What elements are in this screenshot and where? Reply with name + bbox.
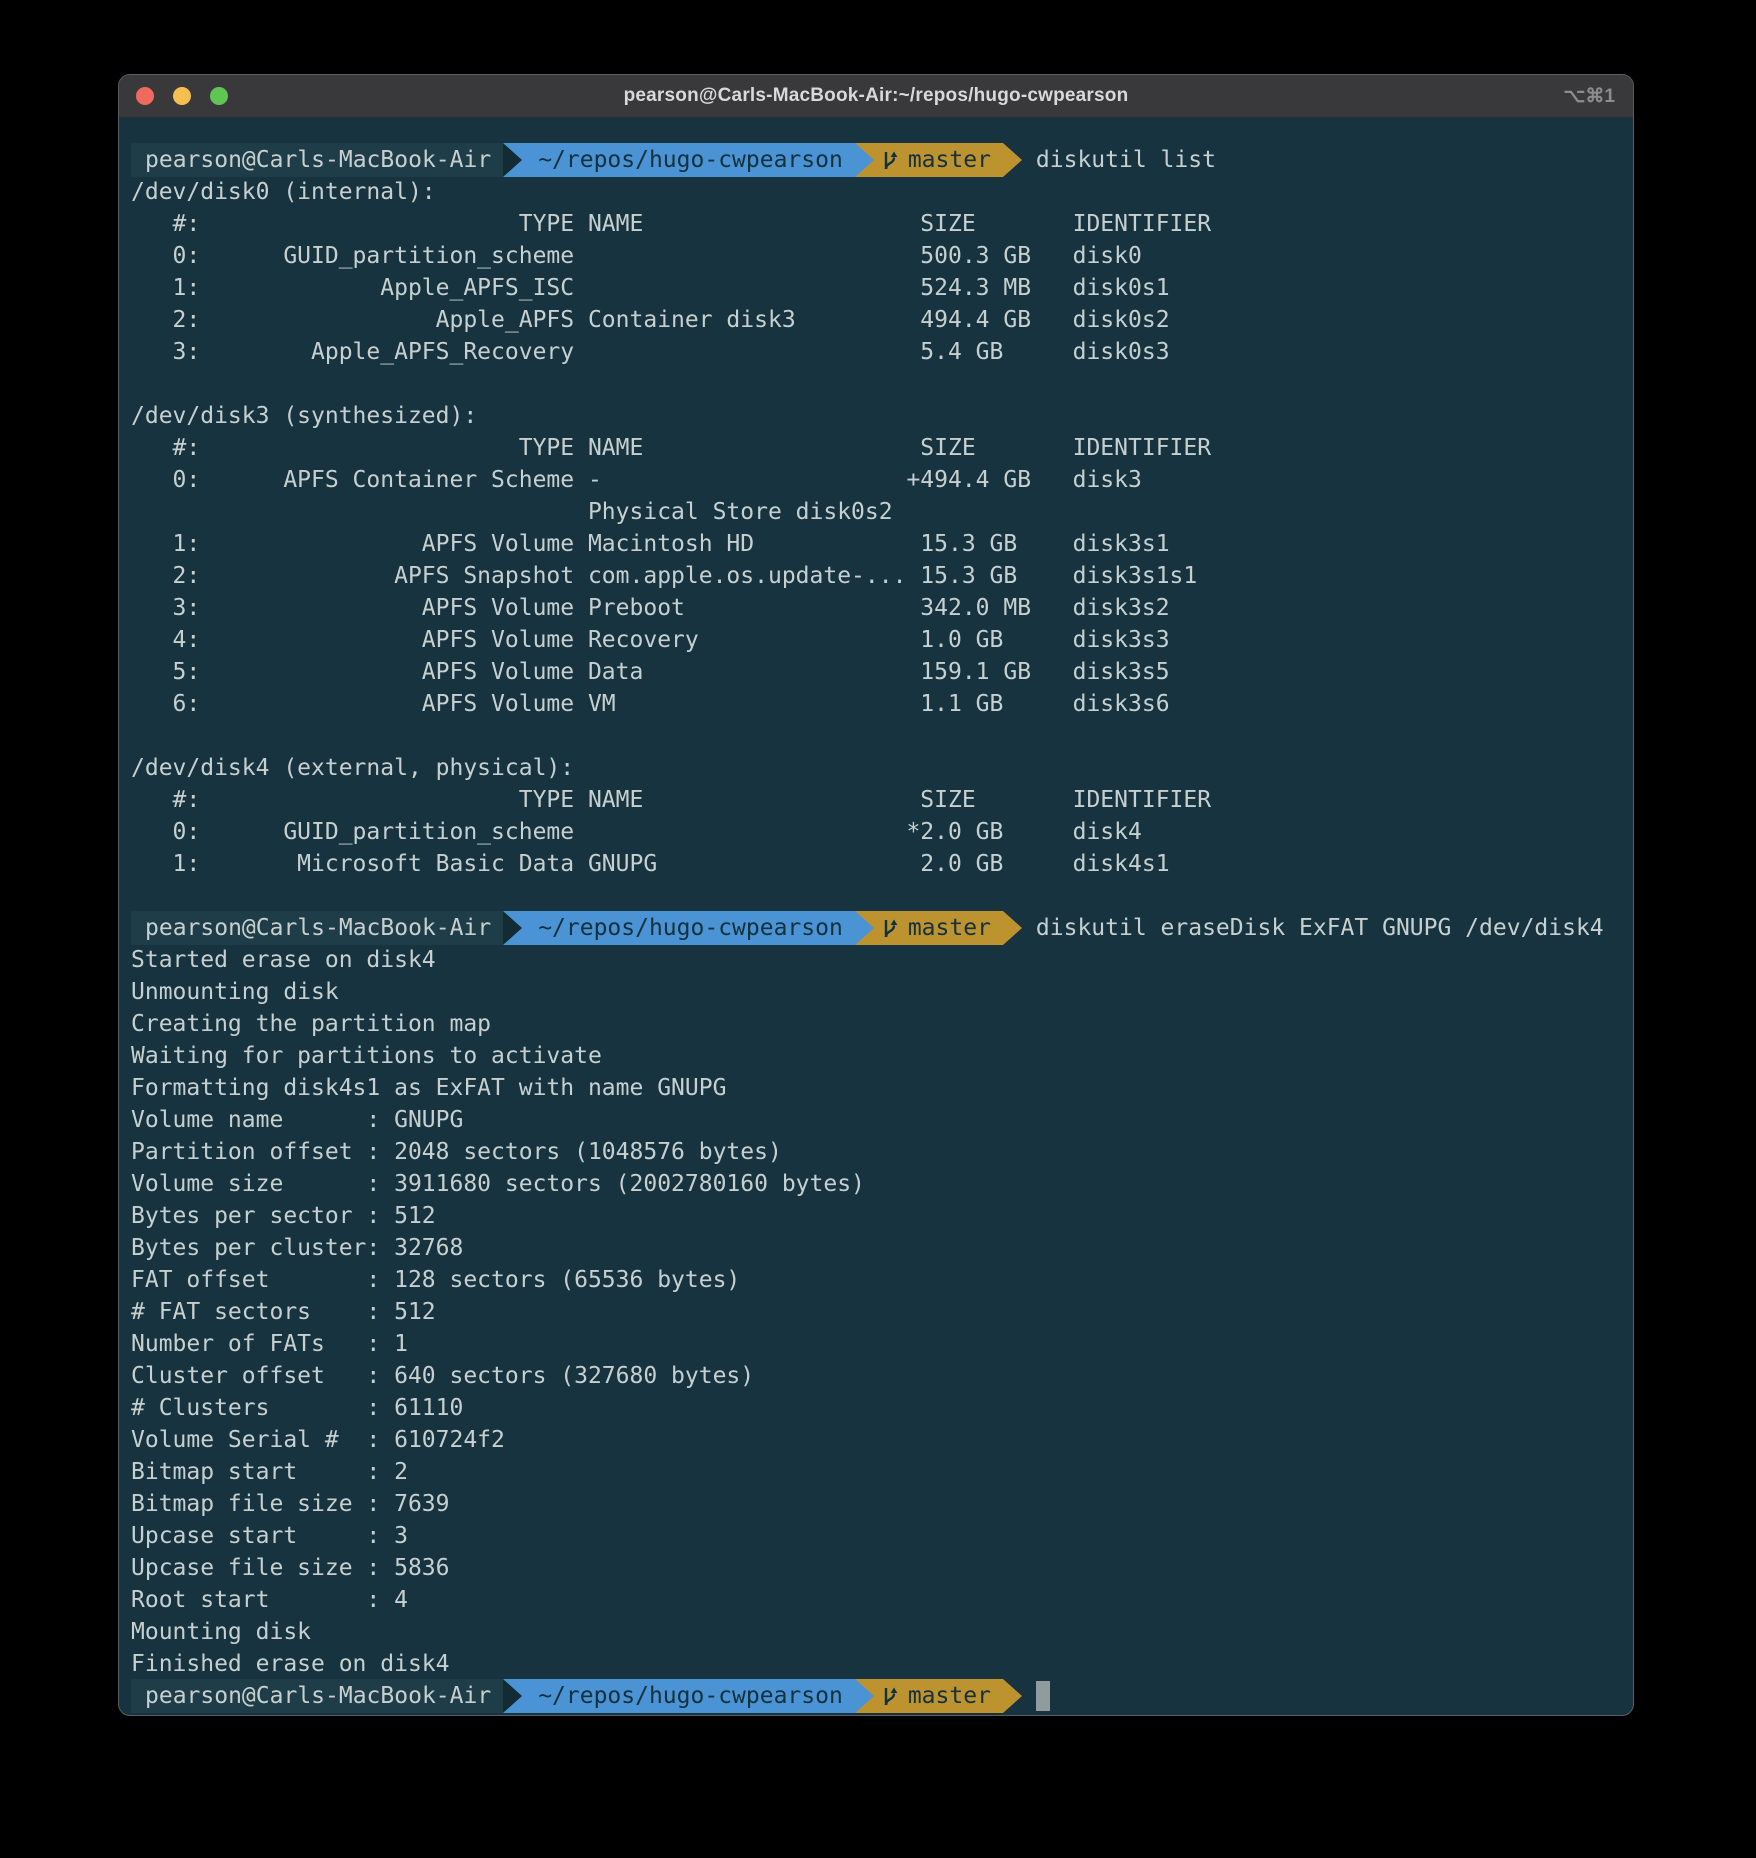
prompt-cwd-segment: ~/repos/hugo-cwpearson	[522, 911, 855, 945]
prompt-line: pearson@Carls-MacBook-Air ~/repos/hugo-cw…	[131, 912, 1633, 944]
powerline-arrow-icon	[855, 143, 874, 177]
terminal-output-line: #: TYPE NAME SIZE IDENTIFIER	[131, 784, 1633, 816]
terminal-output-line: Number of FATs : 1	[131, 1328, 1633, 1360]
terminal-window: pearson@Carls-MacBook-Air:~/repos/hugo-c…	[118, 74, 1634, 1716]
terminal-output-line: 6: APFS Volume VM 1.1 GB disk3s6	[131, 688, 1633, 720]
powerline-arrow-icon	[855, 1679, 874, 1713]
powerline-arrow-icon	[855, 911, 874, 945]
terminal-output-line	[131, 368, 1633, 400]
terminal-content[interactable]: pearson@Carls-MacBook-Air ~/repos/hugo-cw…	[119, 118, 1633, 1712]
terminal-output-line: 5: APFS Volume Data 159.1 GB disk3s5	[131, 656, 1633, 688]
prompt-git-segment: master	[874, 911, 1003, 945]
terminal-output-line	[131, 720, 1633, 752]
terminal-output-line: /dev/disk3 (synthesized):	[131, 400, 1633, 432]
titlebar[interactable]: pearson@Carls-MacBook-Air:~/repos/hugo-c…	[119, 75, 1633, 118]
terminal-output-line: 3: APFS Volume Preboot 342.0 MB disk3s2	[131, 592, 1633, 624]
terminal-output-line: 3: Apple_APFS_Recovery 5.4 GB disk0s3	[131, 336, 1633, 368]
terminal-output-line: # Clusters : 61110	[131, 1392, 1633, 1424]
powerline-arrow-icon	[1003, 911, 1022, 945]
powerline-arrow-icon	[1003, 1679, 1022, 1713]
terminal-output-line: 0: GUID_partition_scheme 500.3 GB disk0	[131, 240, 1633, 272]
prompt-user-host-segment: pearson@Carls-MacBook-Air	[131, 1679, 503, 1713]
powerline-arrow-icon	[503, 143, 522, 177]
terminal-output-line: Bitmap start : 2	[131, 1456, 1633, 1488]
terminal-output-line: Partition offset : 2048 sectors (1048576…	[131, 1136, 1633, 1168]
terminal-output-line: Unmounting disk	[131, 976, 1633, 1008]
git-branch-icon	[880, 148, 902, 172]
git-branch-icon	[880, 1684, 902, 1708]
git-branch-label: master	[908, 1680, 991, 1712]
minimize-button[interactable]	[173, 87, 191, 105]
terminal-output-line: Bytes per sector : 512	[131, 1200, 1633, 1232]
terminal-output-line: Bytes per cluster: 32768	[131, 1232, 1633, 1264]
prompt-cwd-segment: ~/repos/hugo-cwpearson	[522, 143, 855, 177]
prompt-user-host-segment: pearson@Carls-MacBook-Air	[131, 143, 503, 177]
prompt-git-segment: master	[874, 1679, 1003, 1713]
prompt-line: pearson@Carls-MacBook-Air ~/repos/hugo-cw…	[131, 1680, 1633, 1712]
prompt-user-host-segment: pearson@Carls-MacBook-Air	[131, 911, 503, 945]
terminal-output-line: Cluster offset : 640 sectors (327680 byt…	[131, 1360, 1633, 1392]
terminal-output-line: #: TYPE NAME SIZE IDENTIFIER	[131, 432, 1633, 464]
terminal-output-line: Finished erase on disk4	[131, 1648, 1633, 1680]
window-shortcut-badge: ⌥⌘1	[1564, 75, 1615, 117]
terminal-output-line: Mounting disk	[131, 1616, 1633, 1648]
traffic-lights	[136, 75, 228, 117]
terminal-output-line	[131, 880, 1633, 912]
command-text: diskutil eraseDisk ExFAT GNUPG /dev/disk…	[1022, 912, 1604, 944]
terminal-output-line: Upcase start : 3	[131, 1520, 1633, 1552]
desktop: { "window": { "title": "pearson@Carls-Ma…	[0, 0, 1756, 1858]
terminal-output-line: # FAT sectors : 512	[131, 1296, 1633, 1328]
powerline-arrow-icon	[503, 911, 522, 945]
terminal-output-line: Creating the partition map	[131, 1008, 1633, 1040]
git-branch-icon	[880, 916, 902, 940]
powerline-arrow-icon	[503, 1679, 522, 1713]
terminal-output-line: Started erase on disk4	[131, 944, 1633, 976]
prompt-line: pearson@Carls-MacBook-Air ~/repos/hugo-cw…	[131, 144, 1633, 176]
terminal-output-line: 1: Apple_APFS_ISC 524.3 MB disk0s1	[131, 272, 1633, 304]
terminal-output-line: Formatting disk4s1 as ExFAT with name GN…	[131, 1072, 1633, 1104]
git-branch-label: master	[908, 912, 991, 944]
terminal-output-line: /dev/disk0 (internal):	[131, 176, 1633, 208]
terminal-output-line: 0: GUID_partition_scheme *2.0 GB disk4	[131, 816, 1633, 848]
terminal-output-line: Volume size : 3911680 sectors (200278016…	[131, 1168, 1633, 1200]
terminal-output-line: 0: APFS Container Scheme - +494.4 GB dis…	[131, 464, 1633, 496]
window-title: pearson@Carls-MacBook-Air:~/repos/hugo-c…	[119, 85, 1633, 107]
terminal-output-line: Physical Store disk0s2	[131, 496, 1633, 528]
powerline-arrow-icon	[1003, 143, 1022, 177]
terminal-output-line: Upcase file size : 5836	[131, 1552, 1633, 1584]
terminal-output-line: Bitmap file size : 7639	[131, 1488, 1633, 1520]
command-text: diskutil list	[1022, 144, 1216, 176]
terminal-output-line: Volume name : GNUPG	[131, 1104, 1633, 1136]
terminal-output-line: /dev/disk4 (external, physical):	[131, 752, 1633, 784]
terminal-cursor	[1036, 1681, 1050, 1711]
terminal-output-line: 4: APFS Volume Recovery 1.0 GB disk3s3	[131, 624, 1633, 656]
terminal-output-line: 2: APFS Snapshot com.apple.os.update-...…	[131, 560, 1633, 592]
terminal-output-line: Volume Serial # : 610724f2	[131, 1424, 1633, 1456]
terminal-output-line: 1: APFS Volume Macintosh HD 15.3 GB disk…	[131, 528, 1633, 560]
terminal-output-line: Root start : 4	[131, 1584, 1633, 1616]
terminal-output-line: FAT offset : 128 sectors (65536 bytes)	[131, 1264, 1633, 1296]
terminal-output-line: Waiting for partitions to activate	[131, 1040, 1633, 1072]
terminal-output-line: #: TYPE NAME SIZE IDENTIFIER	[131, 208, 1633, 240]
git-branch-label: master	[908, 144, 991, 176]
zoom-button[interactable]	[210, 87, 228, 105]
terminal-output-line: 1: Microsoft Basic Data GNUPG 2.0 GB dis…	[131, 848, 1633, 880]
prompt-git-segment: master	[874, 143, 1003, 177]
terminal-output-line: 2: Apple_APFS Container disk3 494.4 GB d…	[131, 304, 1633, 336]
close-button[interactable]	[136, 87, 154, 105]
prompt-cwd-segment: ~/repos/hugo-cwpearson	[522, 1679, 855, 1713]
